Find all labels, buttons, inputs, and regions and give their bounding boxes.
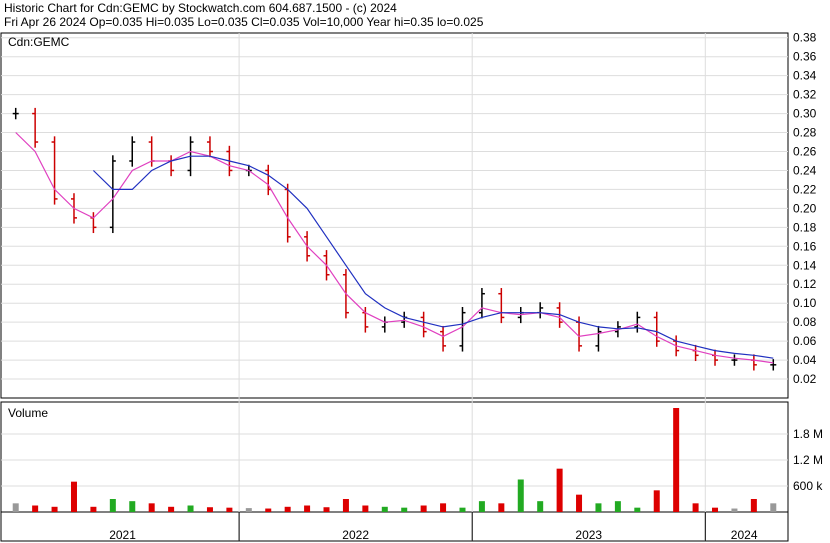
price-axis-ticks: 0.38 0.36 0.34 0.32 0.30 0.28 0.26 0.24 0.22 0.20… (793, 31, 817, 386)
volume-bar (692, 503, 699, 512)
volume-bar (478, 501, 485, 512)
volume-tick-label: 1.8 M (793, 427, 823, 441)
volume-bar (70, 481, 77, 512)
price-tick-label: 0.02 (793, 372, 817, 386)
volume-axis-ticks: 1.8 M 1.2 M 600 k (793, 427, 823, 493)
year-label: 2021 (109, 528, 136, 542)
price-tick-label: 0.16 (793, 239, 817, 253)
volume-bar (498, 503, 505, 512)
volume-bar (362, 505, 369, 512)
volume-bar (284, 506, 291, 512)
price-tick-label: 0.12 (793, 277, 817, 291)
volume-bar (595, 503, 602, 512)
volume-bar (576, 494, 583, 512)
price-tick-label: 0.08 (793, 315, 817, 329)
volume-bar (673, 408, 680, 512)
volume-bar (129, 501, 136, 512)
price-tick-label: 0.06 (793, 334, 817, 348)
price-tick-label: 0.18 (793, 220, 817, 234)
volume-bar (109, 499, 116, 512)
volume-bar (459, 507, 466, 512)
volume-tick-label: 1.2 M (793, 453, 823, 467)
volume-bar (323, 507, 330, 512)
volume-bar (90, 506, 97, 512)
volume-bar (245, 508, 252, 512)
year-label: 2023 (575, 528, 602, 542)
price-tick-label: 0.38 (793, 31, 817, 45)
volume-bar (556, 468, 563, 512)
volume-bar (653, 490, 660, 512)
price-tick-label: 0.24 (793, 163, 817, 177)
volume-bar (12, 503, 19, 512)
price-tick-label: 0.14 (793, 258, 817, 272)
year-label: 2022 (342, 528, 369, 542)
volume-tick-label: 600 k (793, 479, 823, 493)
price-tick-label: 0.22 (793, 182, 817, 196)
ticker-label: Cdn:GEMC (8, 35, 70, 49)
chart-header-title: Historic Chart for Cdn:GEMC by Stockwatc… (4, 1, 397, 15)
volume-bar (440, 503, 447, 512)
volume-bar (537, 501, 544, 512)
price-tick-label: 0.26 (793, 145, 817, 159)
volume-bar (731, 508, 738, 512)
volume-bar (148, 503, 155, 512)
volume-bar (420, 505, 427, 512)
volume-bar (750, 499, 757, 512)
volume-bar (168, 506, 175, 512)
volume-bar (32, 505, 39, 512)
volume-bar (770, 503, 777, 512)
volume-bar (342, 499, 349, 512)
volume-bar (517, 479, 524, 512)
price-tick-label: 0.28 (793, 126, 817, 140)
volume-bar (712, 507, 719, 512)
price-tick-label: 0.10 (793, 296, 817, 310)
volume-bar (401, 507, 408, 512)
volume-bar (381, 506, 388, 512)
price-tick-label: 0.20 (793, 201, 817, 215)
volume-label: Volume (8, 406, 48, 420)
volume-bar (614, 501, 621, 512)
volume-bar (206, 507, 213, 512)
chart-canvas: 0.38 0.36 0.34 0.32 0.30 0.28 0.26 0.24 0.22 0.20… (0, 31, 823, 542)
price-tick-label: 0.30 (793, 107, 817, 121)
price-tick-label: 0.04 (793, 353, 817, 367)
volume-bar (226, 507, 233, 512)
price-tick-label: 0.36 (793, 50, 817, 64)
chart-header-quote: Fri Apr 26 2024 Op=0.035 Hi=0.035 Lo=0.0… (4, 15, 484, 29)
volume-plot-frame (0, 401, 789, 513)
volume-bar (634, 507, 641, 512)
volume-bar (51, 506, 58, 512)
year-label: 2024 (731, 528, 758, 542)
volume-bar (304, 505, 311, 512)
price-tick-label: 0.32 (793, 88, 817, 102)
price-tick-label: 0.34 (793, 69, 817, 83)
volume-bar (265, 508, 272, 512)
volume-bar (187, 505, 194, 512)
